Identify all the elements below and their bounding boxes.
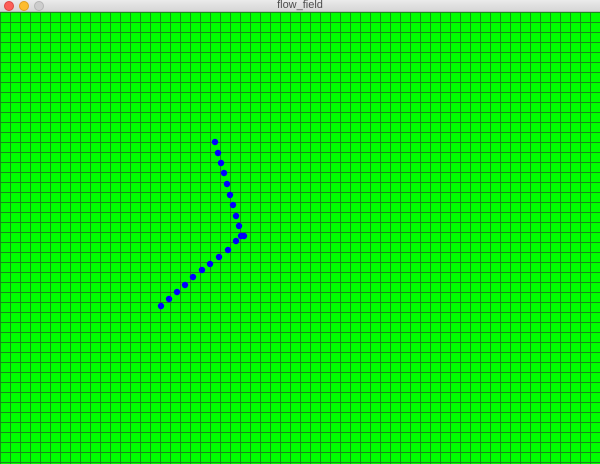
particle-dot — [173, 288, 181, 296]
particle-layer — [157, 138, 248, 310]
particle-dot — [232, 212, 240, 220]
particle-dot — [181, 281, 189, 289]
particle-dot — [198, 266, 206, 274]
particle-dot — [220, 169, 228, 177]
particle-dot — [240, 232, 248, 240]
particle-dot — [229, 201, 237, 209]
particle-dot — [206, 260, 214, 268]
particle-dot — [165, 295, 173, 303]
particle-dot — [157, 302, 165, 310]
flow-field-canvas[interactable] — [0, 12, 600, 464]
particle-dot — [235, 222, 243, 230]
particle-dot — [214, 149, 222, 157]
particle-dot — [224, 246, 232, 254]
particle-dot — [215, 253, 223, 261]
window-title: flow_field — [277, 0, 323, 11]
particle-dot — [189, 273, 197, 281]
particle-dot — [211, 138, 219, 146]
particle-dot — [232, 237, 240, 245]
particle-dot — [217, 159, 225, 167]
particle-dot — [223, 180, 231, 188]
particle-dot — [226, 191, 234, 199]
titlebar: flow_field — [0, 0, 600, 12]
app-window: flow_field — [0, 0, 600, 464]
